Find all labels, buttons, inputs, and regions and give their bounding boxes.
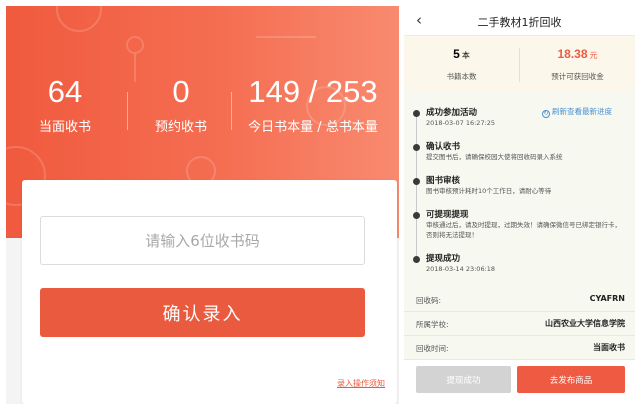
info-key: 回收时间: [416, 344, 449, 353]
page-title: 二手教材1折回收 [477, 16, 562, 29]
timeline-step-detail: 提交图书后，请确保校园大使将回收码录入系统 [426, 153, 563, 161]
timeline-step-detail: 图书审核预计耗时10个工作日，请耐心等待 [426, 187, 552, 195]
publish-goods-button[interactable]: 去发布商品 [517, 366, 625, 393]
stat-value: 149 / 253 [248, 74, 378, 109]
stat-value: 64 [47, 74, 83, 109]
info-value: CYAFRN [589, 294, 625, 303]
timeline-dot [413, 178, 420, 185]
timeline-dot [413, 256, 420, 263]
timeline-dot [413, 212, 420, 219]
stat-divider [231, 92, 232, 130]
stat-label: 当面收书 [38, 120, 91, 135]
action-bar: 提现成功 去发布商品 [404, 360, 635, 404]
amount-number: 18.38 [557, 47, 588, 61]
info-key: 回收码: [416, 296, 442, 305]
book-count-number: 5 [453, 47, 460, 61]
decor-circle [126, 36, 144, 54]
timeline-step-title: 可提现提现 [426, 210, 469, 220]
stat-label: 今日书本量 / 总书本量 [248, 120, 378, 135]
amount-unit: 元 [589, 51, 598, 60]
confirm-entry-button[interactable]: 确认录入 [40, 288, 365, 337]
nav-bar: ‹ 二手教材1折回收 [404, 6, 635, 36]
collect-books-screen: 64 当面收书 0 预约收书 149 / 253 今日书本量 / 总书本量 确认… [6, 6, 399, 404]
timeline-step-title: 确认收书 [426, 142, 461, 152]
recycle-info: 回收码: CYAFRN 所属学校: 山西农业大学信息学院 回收时间: 当面收书 [404, 288, 635, 360]
refresh-progress-link[interactable]: ↻ 刷新查看最新进度 [542, 106, 612, 118]
info-row: 回收时间: 当面收书 [404, 336, 635, 360]
decor-line [256, 36, 316, 38]
stat-label: 预约收书 [154, 120, 207, 135]
amount-summary: 18.38 元 预计可获回收金 [520, 47, 635, 82]
timeline-dot [413, 110, 420, 117]
amount-label: 预计可获回收金 [551, 72, 604, 81]
code-entry-card: 确认录入 录入操作须知 [22, 180, 397, 404]
book-count-summary: 5本 书籍本数 [404, 47, 519, 82]
timeline-step-title: 图书审核 [426, 176, 461, 186]
recycle-summary: 5本 书籍本数 18.38 元 预计可获回收金 [404, 36, 635, 92]
collect-code-input[interactable] [40, 216, 365, 265]
info-value: 当面收书 [593, 343, 625, 352]
timeline-step-detail: 2018-03-14 23:06:18 [426, 265, 496, 273]
timeline-step-detail: 2018-03-07 16:27:25 [426, 119, 496, 127]
recycle-detail-screen: ‹ 二手教材1折回收 5本 书籍本数 18.38 元 预计可获回收金 成功参加活动… [404, 6, 635, 404]
stat-reserved: 0 预约收书 [136, 74, 226, 137]
stat-face-to-face: 64 当面收书 [20, 74, 110, 137]
stat-divider [127, 92, 128, 130]
timeline-line [416, 113, 417, 263]
refresh-progress-label: 刷新查看最新进度 [552, 107, 612, 116]
book-count-label: 书籍本数 [446, 72, 477, 81]
amount-value: 18.38 元 [520, 47, 635, 63]
timeline-step-title: 提现成功 [426, 254, 461, 264]
info-key: 所属学校: [416, 320, 449, 329]
progress-timeline: 成功参加活动 2018-03-07 16:27:25 ↻ 刷新查看最新进度 确认收… [404, 98, 635, 286]
decor-circle [56, 6, 102, 32]
stat-book-volume: 149 / 253 今日书本量 / 总书本量 [238, 74, 388, 137]
stat-value: 0 [172, 74, 190, 109]
info-value: 山西农业大学信息学院 [545, 319, 625, 328]
timeline-step-detail: 审核通过后，请及时提现，过期失效！请确保微信号已绑定银行卡，否则将无法提现！ [426, 221, 621, 239]
book-count-value: 5本 [404, 47, 519, 63]
timeline-dot [413, 144, 420, 151]
entry-instructions-link[interactable]: 录入操作须知 [337, 378, 385, 389]
info-row: 回收码: CYAFRN [404, 288, 635, 312]
info-row: 所属学校: 山西农业大学信息学院 [404, 312, 635, 336]
book-count-unit: 本 [461, 51, 470, 60]
timeline-step-title: 成功参加活动 [426, 108, 478, 118]
withdraw-success-button[interactable]: 提现成功 [416, 366, 511, 393]
refresh-icon: ↻ [542, 110, 550, 118]
